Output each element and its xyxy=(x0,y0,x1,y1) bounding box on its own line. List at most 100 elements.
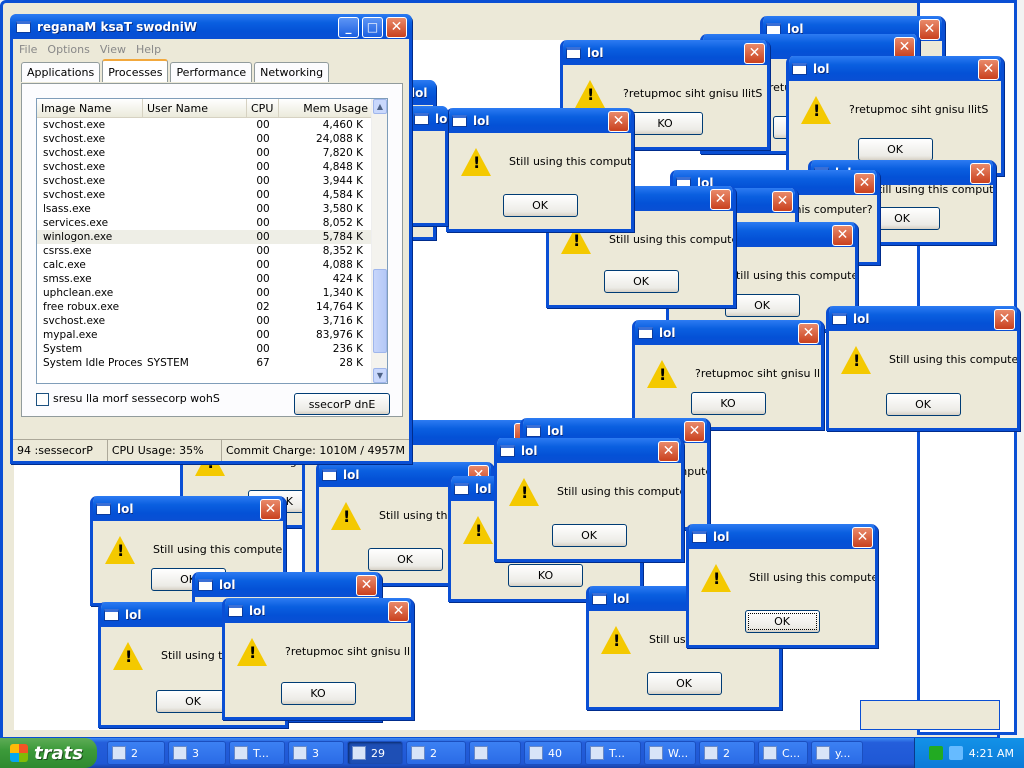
ok-button[interactable]: OK xyxy=(646,672,722,695)
process-row[interactable]: System Idle Process SYSTEM 67 28 K xyxy=(37,356,387,370)
column-cpu[interactable]: CPU xyxy=(247,99,279,117)
ok-button[interactable]: OK xyxy=(885,393,961,416)
lol-dialog-titlebar[interactable]: lol ✕ xyxy=(563,40,767,65)
process-row[interactable]: lsass.exe 00 3,580 K xyxy=(37,202,387,216)
lol-dialog-titlebar[interactable]: lol xyxy=(408,106,448,131)
start-button[interactable]: trats xyxy=(0,738,97,768)
close-button[interactable]: ✕ xyxy=(772,191,793,212)
task-manager-titlebar[interactable]: reganaM ksaT swodniW _ □ ✕ xyxy=(10,14,412,39)
process-row[interactable]: svchost.exe 00 3,716 K xyxy=(37,314,387,328)
tab-networking[interactable]: Networking xyxy=(254,62,330,82)
process-row[interactable]: svchost.exe 00 24,088 K xyxy=(37,132,387,146)
column-user-name[interactable]: User Name xyxy=(143,99,247,117)
lol-dialog-titlebar[interactable]: lol ✕ xyxy=(93,496,283,521)
close-button[interactable]: ✕ xyxy=(894,37,915,58)
show-all-processes[interactable]: sresu lla morf sessecorp wohS xyxy=(36,392,220,406)
column-mem-usage[interactable]: Mem Usage xyxy=(279,99,373,117)
close-button[interactable]: ✕ xyxy=(832,225,853,246)
menu-view[interactable]: View xyxy=(100,43,126,56)
process-row[interactable]: svchost.exe 00 4,460 K xyxy=(37,118,387,132)
close-button[interactable]: ✕ xyxy=(798,323,819,344)
close-button[interactable]: ✕ xyxy=(710,189,731,210)
close-button[interactable]: ✕ xyxy=(994,309,1015,330)
taskbar-button[interactable]: 3 xyxy=(288,741,344,765)
close-button[interactable]: ✕ xyxy=(388,601,409,622)
close-button[interactable]: ✕ xyxy=(970,163,991,184)
taskbar-button[interactable]: y... xyxy=(811,741,863,765)
process-list-scrollbar[interactable]: ▲ ▼ xyxy=(371,99,387,383)
menu-options[interactable]: Options xyxy=(47,43,89,56)
lol-dialog[interactable]: lol ✕! Still using this computer? OK xyxy=(494,438,684,562)
ok-button[interactable]: OK xyxy=(744,610,820,633)
process-row[interactable]: svchost.exe 00 4,848 K xyxy=(37,160,387,174)
lol-dialog-titlebar[interactable]: lol ✕ xyxy=(195,572,379,597)
minimize-button[interactable]: _ xyxy=(338,17,359,38)
taskbar-button[interactable]: 2 xyxy=(107,741,165,765)
end-process-button[interactable]: ssecorP dnE xyxy=(294,393,390,415)
tab-applications[interactable]: Applications xyxy=(21,62,101,82)
close-button[interactable]: ✕ xyxy=(978,59,999,80)
taskbar-button[interactable]: 2 xyxy=(699,741,755,765)
lol-dialog-titlebar[interactable]: lol ✕ xyxy=(829,306,1017,331)
lol-dialog[interactable]: lol ✕! ?retupmoc siht gnisu llitS KO xyxy=(222,598,414,720)
taskbar-button[interactable]: 2 xyxy=(406,741,466,765)
taskbar-button[interactable]: 29 xyxy=(347,741,403,765)
process-row[interactable]: free robux.exe 02 14,764 K xyxy=(37,300,387,314)
taskbar-button[interactable]: C... xyxy=(758,741,808,765)
scroll-thumb[interactable] xyxy=(373,269,387,353)
process-row[interactable]: svchost.exe 00 7,820 K xyxy=(37,146,387,160)
close-button[interactable]: ✕ xyxy=(608,111,629,132)
ok-button[interactable]: KO xyxy=(280,682,356,705)
ok-button[interactable]: OK xyxy=(857,138,933,161)
process-row[interactable]: smss.exe 00 424 K xyxy=(37,272,387,286)
menu-file[interactable]: File xyxy=(19,43,37,56)
lol-dialog-titlebar[interactable]: lol ✕ xyxy=(689,524,875,549)
lol-dialog-titlebar[interactable]: lol ✕ xyxy=(789,56,1001,81)
lol-dialog[interactable]: lol ✕! ?retupmoc siht gnisu llitS OK xyxy=(786,56,1004,176)
tab-processes[interactable]: Processes xyxy=(102,59,169,82)
ok-button[interactable]: OK xyxy=(155,690,231,713)
lol-dialog[interactable]: lol xyxy=(408,106,448,226)
ok-button[interactable]: OK xyxy=(551,524,627,547)
lol-dialog-titlebar[interactable]: lol ✕ xyxy=(225,598,411,623)
menu-help[interactable]: Help xyxy=(136,43,161,56)
process-row[interactable]: calc.exe 00 4,088 K xyxy=(37,258,387,272)
taskbar-button[interactable]: W... xyxy=(644,741,696,765)
ok-button[interactable]: OK xyxy=(367,548,443,571)
ok-button[interactable]: OK xyxy=(502,194,578,217)
scroll-up-icon[interactable]: ▲ xyxy=(373,99,387,114)
ok-button[interactable]: KO xyxy=(690,392,766,415)
close-button[interactable]: ✕ xyxy=(852,527,873,548)
maximize-button[interactable]: □ xyxy=(362,17,383,38)
process-row[interactable]: mypal.exe 00 83,976 K xyxy=(37,328,387,342)
lol-dialog[interactable]: lol ✕! ?retupmoc siht gnisu llitS KO xyxy=(632,320,824,430)
clock[interactable]: 4:21 AM xyxy=(969,747,1014,760)
tray-network-icon[interactable] xyxy=(928,746,943,760)
lol-dialog[interactable]: lol ✕! Still using this computer? OK xyxy=(686,524,878,648)
close-button[interactable]: ✕ xyxy=(260,499,281,520)
close-button[interactable]: ✕ xyxy=(684,421,705,442)
process-row[interactable]: svchost.exe 00 3,944 K xyxy=(37,174,387,188)
close-button[interactable]: ✕ xyxy=(854,173,875,194)
tray-volume-icon[interactable] xyxy=(948,746,963,760)
process-row[interactable]: svchost.exe 00 4,584 K xyxy=(37,188,387,202)
process-row[interactable]: uphclean.exe 00 1,340 K xyxy=(37,286,387,300)
lol-dialog[interactable]: lol ✕! Still using this computer? OK xyxy=(826,306,1020,431)
taskbar-button[interactable]: T... xyxy=(585,741,641,765)
tab-performance[interactable]: Performance xyxy=(170,62,253,82)
process-row[interactable]: services.exe 00 8,052 K xyxy=(37,216,387,230)
close-button[interactable]: ✕ xyxy=(744,43,765,64)
lol-dialog-titlebar[interactable]: lol ✕ xyxy=(497,438,681,463)
close-button[interactable]: ✕ xyxy=(356,575,377,596)
process-list[interactable]: Image Name User Name CPU Mem Usage svcho… xyxy=(36,98,388,384)
process-row[interactable]: csrss.exe 00 8,352 K xyxy=(37,244,387,258)
lol-dialog-titlebar[interactable]: lol ✕ xyxy=(635,320,821,345)
close-button[interactable]: ✕ xyxy=(919,19,940,40)
close-button[interactable]: ✕ xyxy=(658,441,679,462)
ok-button[interactable]: KO xyxy=(508,564,583,587)
taskbar-button[interactable] xyxy=(469,741,521,765)
task-manager-window[interactable]: reganaM ksaT swodniW _ □ ✕ File Options … xyxy=(10,14,412,464)
process-row[interactable]: System 00 236 K xyxy=(37,342,387,356)
taskbar-button[interactable]: T... xyxy=(229,741,285,765)
lol-dialog-titlebar[interactable]: lol ✕ xyxy=(449,108,631,133)
